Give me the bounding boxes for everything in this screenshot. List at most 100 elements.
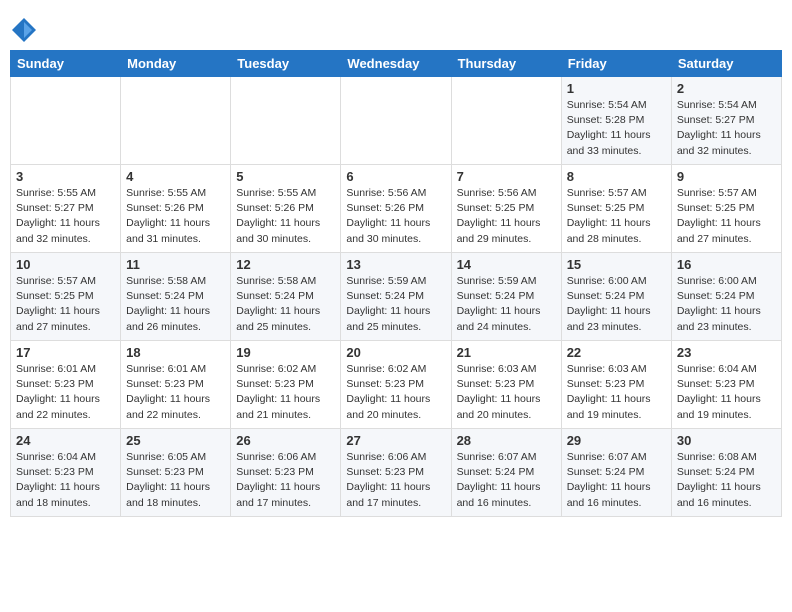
calendar-cell: 21 Sunrise: 6:03 AMSunset: 5:23 PMDayligh… (451, 341, 561, 429)
calendar-cell: 1 Sunrise: 5:54 AMSunset: 5:28 PMDaylight… (561, 77, 671, 165)
calendar-cell: 29 Sunrise: 6:07 AMSunset: 5:24 PMDayligh… (561, 429, 671, 517)
calendar-cell: 11Sunrise: 5:58 AMSunset: 5:24 PMDayligh… (121, 253, 231, 341)
day-info: Sunrise: 5:58 AMSunset: 5:24 PMDaylight:… (236, 274, 335, 335)
calendar-cell: 27 Sunrise: 6:06 AMSunset: 5:23 PMDayligh… (341, 429, 451, 517)
calendar-cell: 9 Sunrise: 5:57 AMSunset: 5:25 PMDaylight… (671, 165, 781, 253)
calendar-cell: 8Sunrise: 5:57 AMSunset: 5:25 PMDaylight… (561, 165, 671, 253)
calendar-week-2: 3 Sunrise: 5:55 AMSunset: 5:27 PMDaylight… (11, 165, 782, 253)
calendar-cell: 7 Sunrise: 5:56 AMSunset: 5:25 PMDaylight… (451, 165, 561, 253)
day-info: Sunrise: 6:07 AMSunset: 5:24 PMDaylight:… (567, 450, 666, 511)
day-info: Sunrise: 6:02 AMSunset: 5:23 PMDaylight:… (236, 362, 335, 423)
logo-icon (10, 16, 38, 44)
day-info: Sunrise: 6:05 AMSunset: 5:23 PMDaylight:… (126, 450, 225, 511)
day-number: 23 (677, 345, 776, 360)
calendar-cell: 13 Sunrise: 5:59 AMSunset: 5:24 PMDayligh… (341, 253, 451, 341)
weekday-header-monday: Monday (121, 51, 231, 77)
calendar-cell: 15 Sunrise: 6:00 AMSunset: 5:24 PMDayligh… (561, 253, 671, 341)
weekday-header-wednesday: Wednesday (341, 51, 451, 77)
calendar-cell (121, 77, 231, 165)
day-number: 20 (346, 345, 445, 360)
day-info: Sunrise: 6:03 AMSunset: 5:23 PMDaylight:… (567, 362, 666, 423)
calendar-cell: 25Sunrise: 6:05 AMSunset: 5:23 PMDayligh… (121, 429, 231, 517)
day-number: 17 (16, 345, 115, 360)
day-number: 14 (457, 257, 556, 272)
day-number: 1 (567, 81, 666, 96)
day-info: Sunrise: 5:56 AMSunset: 5:25 PMDaylight:… (457, 186, 556, 247)
day-info: Sunrise: 6:00 AMSunset: 5:24 PMDaylight:… (677, 274, 776, 335)
calendar-week-1: 1 Sunrise: 5:54 AMSunset: 5:28 PMDaylight… (11, 77, 782, 165)
day-number: 12 (236, 257, 335, 272)
day-info: Sunrise: 5:56 AMSunset: 5:26 PMDaylight:… (346, 186, 445, 247)
day-number: 10 (16, 257, 115, 272)
day-info: Sunrise: 5:54 AMSunset: 5:27 PMDaylight:… (677, 98, 776, 159)
day-info: Sunrise: 6:03 AMSunset: 5:23 PMDaylight:… (457, 362, 556, 423)
calendar-cell (451, 77, 561, 165)
day-number: 22 (567, 345, 666, 360)
day-info: Sunrise: 5:55 AMSunset: 5:26 PMDaylight:… (236, 186, 335, 247)
day-info: Sunrise: 6:06 AMSunset: 5:23 PMDaylight:… (346, 450, 445, 511)
day-info: Sunrise: 6:00 AMSunset: 5:24 PMDaylight:… (567, 274, 666, 335)
calendar-cell: 17 Sunrise: 6:01 AMSunset: 5:23 PMDayligh… (11, 341, 121, 429)
day-number: 29 (567, 433, 666, 448)
day-info: Sunrise: 5:57 AMSunset: 5:25 PMDaylight:… (567, 186, 666, 247)
day-number: 21 (457, 345, 556, 360)
calendar-cell: 22 Sunrise: 6:03 AMSunset: 5:23 PMDayligh… (561, 341, 671, 429)
day-info: Sunrise: 5:55 AMSunset: 5:27 PMDaylight:… (16, 186, 115, 247)
day-number: 27 (346, 433, 445, 448)
day-number: 30 (677, 433, 776, 448)
day-info: Sunrise: 5:57 AMSunset: 5:25 PMDaylight:… (16, 274, 115, 335)
day-info: Sunrise: 6:07 AMSunset: 5:24 PMDaylight:… (457, 450, 556, 511)
calendar-cell: 14Sunrise: 5:59 AMSunset: 5:24 PMDayligh… (451, 253, 561, 341)
weekday-header-saturday: Saturday (671, 51, 781, 77)
calendar-cell: 20 Sunrise: 6:02 AMSunset: 5:23 PMDayligh… (341, 341, 451, 429)
day-info: Sunrise: 6:01 AMSunset: 5:23 PMDaylight:… (16, 362, 115, 423)
calendar-body: 1 Sunrise: 5:54 AMSunset: 5:28 PMDaylight… (11, 77, 782, 517)
weekday-header-friday: Friday (561, 51, 671, 77)
calendar-cell: 3 Sunrise: 5:55 AMSunset: 5:27 PMDaylight… (11, 165, 121, 253)
calendar-cell: 24Sunrise: 6:04 AMSunset: 5:23 PMDayligh… (11, 429, 121, 517)
day-info: Sunrise: 6:02 AMSunset: 5:23 PMDaylight:… (346, 362, 445, 423)
weekday-header-row: SundayMondayTuesdayWednesdayThursdayFrid… (11, 51, 782, 77)
page-header (10, 10, 782, 44)
calendar-week-5: 24Sunrise: 6:04 AMSunset: 5:23 PMDayligh… (11, 429, 782, 517)
calendar-cell: 28 Sunrise: 6:07 AMSunset: 5:24 PMDayligh… (451, 429, 561, 517)
day-number: 2 (677, 81, 776, 96)
calendar-cell: 18 Sunrise: 6:01 AMSunset: 5:23 PMDayligh… (121, 341, 231, 429)
calendar-cell: 19Sunrise: 6:02 AMSunset: 5:23 PMDayligh… (231, 341, 341, 429)
weekday-header-tuesday: Tuesday (231, 51, 341, 77)
day-number: 9 (677, 169, 776, 184)
day-number: 26 (236, 433, 335, 448)
day-number: 4 (126, 169, 225, 184)
day-info: Sunrise: 5:55 AMSunset: 5:26 PMDaylight:… (126, 186, 225, 247)
calendar-week-4: 17 Sunrise: 6:01 AMSunset: 5:23 PMDayligh… (11, 341, 782, 429)
day-info: Sunrise: 5:58 AMSunset: 5:24 PMDaylight:… (126, 274, 225, 335)
calendar-cell: 10 Sunrise: 5:57 AMSunset: 5:25 PMDayligh… (11, 253, 121, 341)
day-number: 15 (567, 257, 666, 272)
day-number: 13 (346, 257, 445, 272)
calendar-table: SundayMondayTuesdayWednesdayThursdayFrid… (10, 50, 782, 517)
logo (10, 16, 42, 44)
calendar-cell: 12 Sunrise: 5:58 AMSunset: 5:24 PMDayligh… (231, 253, 341, 341)
calendar-cell (231, 77, 341, 165)
day-number: 3 (16, 169, 115, 184)
calendar-cell: 4 Sunrise: 5:55 AMSunset: 5:26 PMDaylight… (121, 165, 231, 253)
day-number: 7 (457, 169, 556, 184)
day-number: 24 (16, 433, 115, 448)
day-number: 16 (677, 257, 776, 272)
day-info: Sunrise: 5:57 AMSunset: 5:25 PMDaylight:… (677, 186, 776, 247)
day-number: 28 (457, 433, 556, 448)
day-info: Sunrise: 5:54 AMSunset: 5:28 PMDaylight:… (567, 98, 666, 159)
day-info: Sunrise: 6:06 AMSunset: 5:23 PMDaylight:… (236, 450, 335, 511)
day-number: 6 (346, 169, 445, 184)
calendar-cell: 30Sunrise: 6:08 AMSunset: 5:24 PMDayligh… (671, 429, 781, 517)
weekday-header-sunday: Sunday (11, 51, 121, 77)
day-number: 18 (126, 345, 225, 360)
weekday-header-thursday: Thursday (451, 51, 561, 77)
day-info: Sunrise: 6:04 AMSunset: 5:23 PMDaylight:… (677, 362, 776, 423)
day-info: Sunrise: 6:01 AMSunset: 5:23 PMDaylight:… (126, 362, 225, 423)
day-info: Sunrise: 5:59 AMSunset: 5:24 PMDaylight:… (346, 274, 445, 335)
calendar-cell: 26 Sunrise: 6:06 AMSunset: 5:23 PMDayligh… (231, 429, 341, 517)
calendar-cell: 5Sunrise: 5:55 AMSunset: 5:26 PMDaylight… (231, 165, 341, 253)
calendar-cell: 23 Sunrise: 6:04 AMSunset: 5:23 PMDayligh… (671, 341, 781, 429)
calendar-week-3: 10 Sunrise: 5:57 AMSunset: 5:25 PMDayligh… (11, 253, 782, 341)
